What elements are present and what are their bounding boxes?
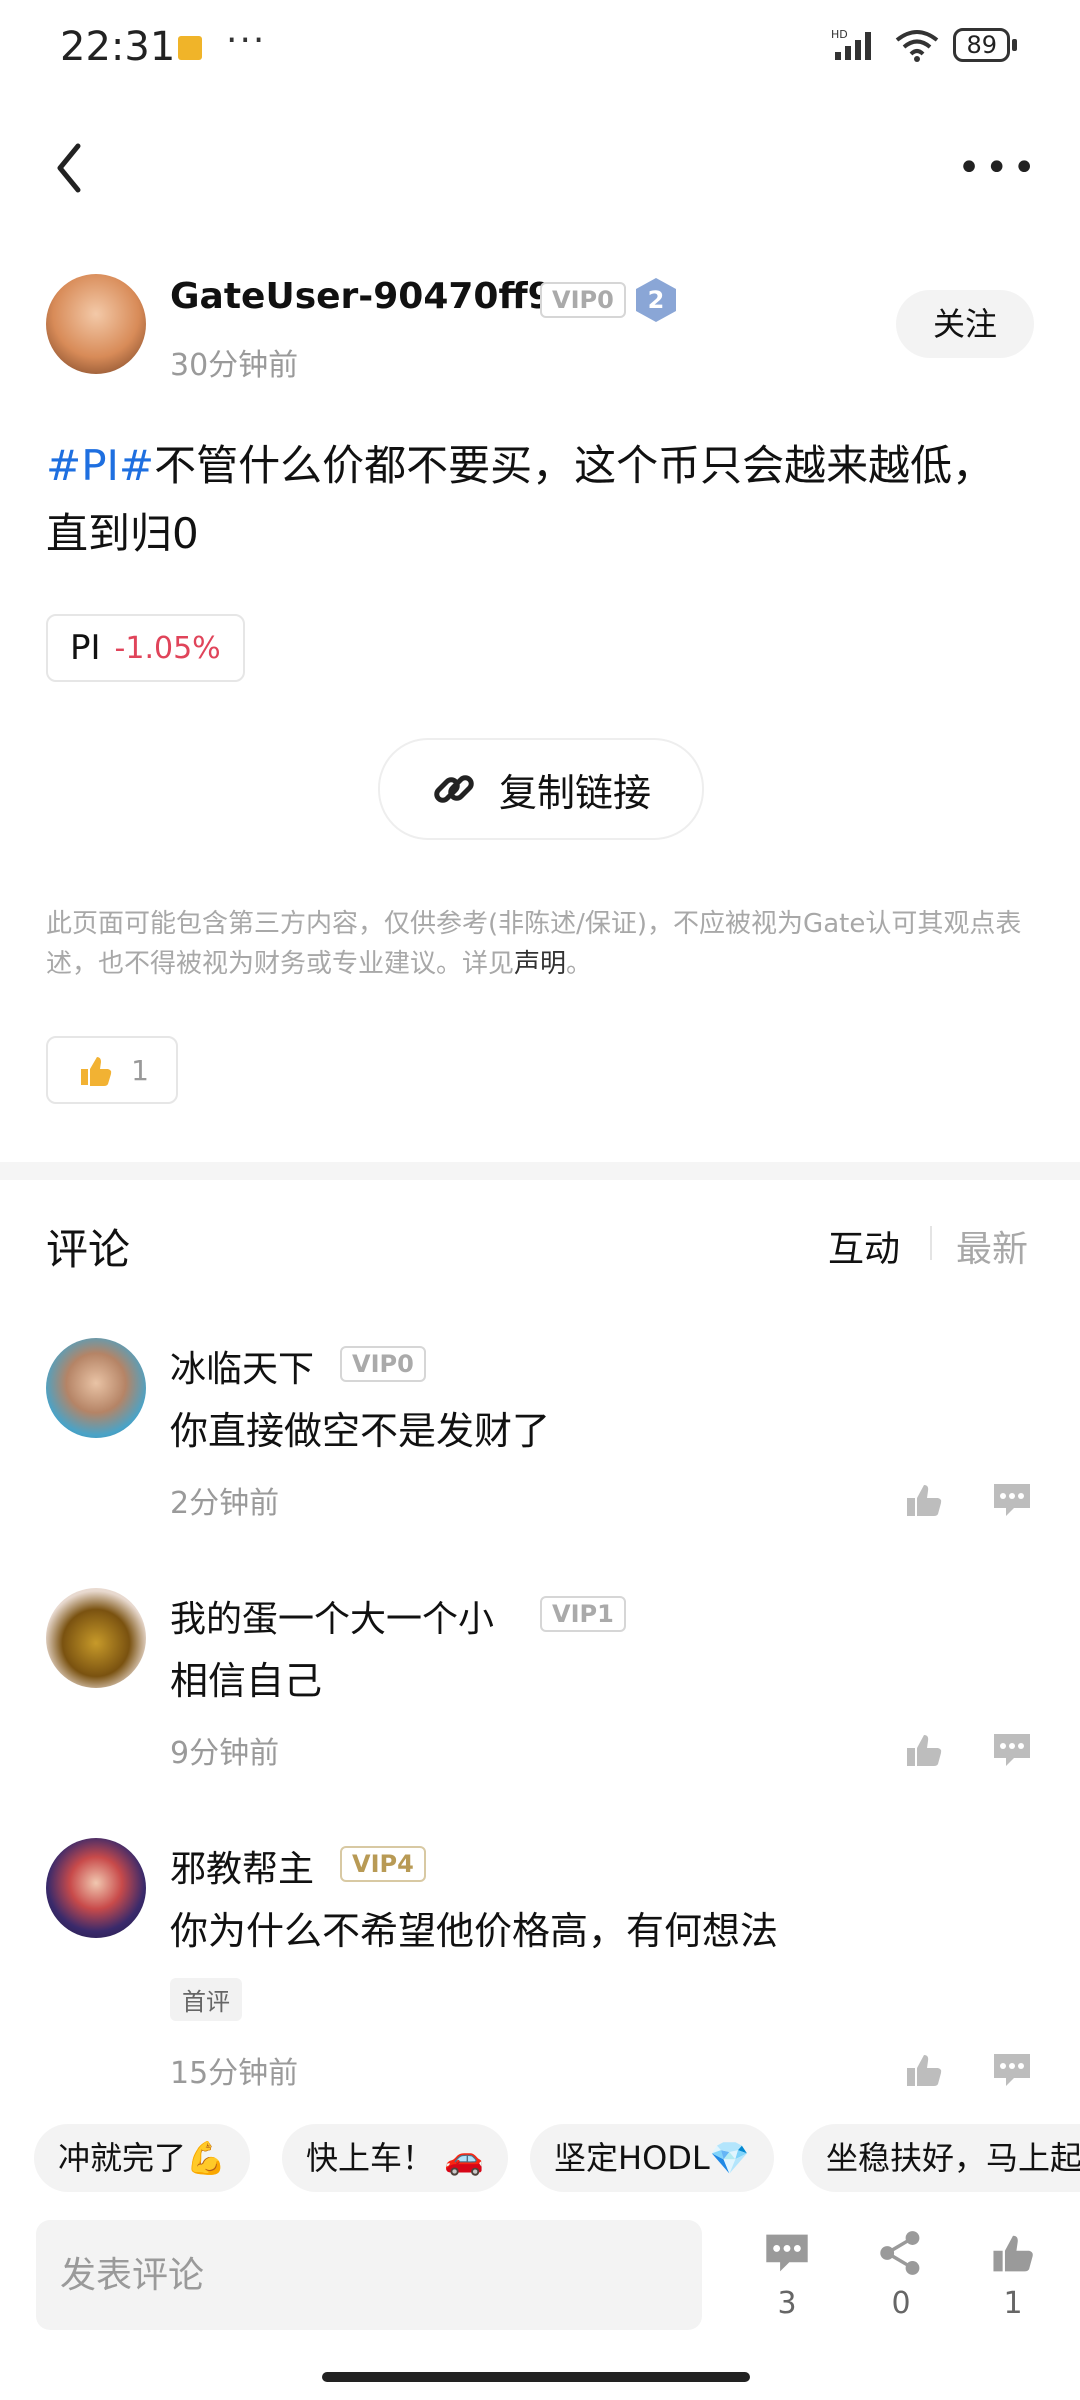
comment-text: 你直接做空不是发财了 — [170, 1409, 551, 1453]
wifi-icon — [896, 30, 939, 62]
coin-name: PI — [70, 628, 101, 668]
author-level-badge: 2 — [636, 278, 676, 322]
comment-avatar[interactable] — [46, 1588, 146, 1688]
comment-reply-icon[interactable] — [992, 1730, 1032, 1770]
share-action[interactable]: 0 — [866, 2230, 936, 2321]
comment-author[interactable]: 我的蛋一个大一个小 — [170, 1590, 494, 1642]
post-hashtag[interactable]: #PI# — [46, 441, 154, 490]
status-indicators: HD 89 — [831, 28, 1017, 62]
comment-time: 15分钟前 — [170, 2056, 299, 2091]
comment-input-box[interactable] — [36, 2220, 702, 2330]
share-count: 0 — [891, 2286, 911, 2321]
thumbs-up-icon — [993, 2235, 1033, 2272]
comment-time: 2分钟前 — [170, 1486, 280, 1521]
post-like-button[interactable]: 1 — [46, 1036, 178, 1104]
home-indicator[interactable] — [322, 2372, 750, 2382]
comment-vip-badge: VIP0 — [340, 1346, 426, 1382]
author-avatar[interactable] — [46, 274, 146, 374]
comment-avatar[interactable] — [46, 1838, 146, 1938]
quick-reply-chip[interactable]: 冲就完了💪 — [34, 2124, 250, 2192]
post-body: 不管什么价都不要买，这个币只会越来越低，直到归0 — [46, 441, 995, 558]
signal-icon: HD — [831, 28, 872, 60]
copy-link-button[interactable]: 复制链接 — [378, 738, 704, 840]
comment-like-icon[interactable] — [904, 2050, 944, 2090]
copy-link-label: 复制链接 — [498, 770, 651, 815]
coin-chip[interactable]: PI -1.05% — [46, 614, 245, 682]
link-icon — [434, 775, 474, 803]
disclaimer: 此页面可能包含第三方内容，仅供参考(非陈述/保证)，不应被视为Gate认可其观点… — [46, 904, 1042, 984]
section-divider — [0, 1162, 1080, 1180]
comment-like-icon[interactable] — [904, 1480, 944, 1520]
comment-input[interactable] — [36, 2220, 702, 2330]
post-time: 30分钟前 — [170, 348, 299, 383]
share-icon — [880, 2231, 920, 2275]
network-label: HD — [831, 28, 848, 41]
comment-text: 相信自己 — [170, 1659, 323, 1703]
comment-text: 你为什么不希望他价格高，有何想法 — [170, 1909, 779, 1953]
sort-tab-interaction[interactable]: 互动 — [828, 1220, 900, 1272]
battery-indicator: 89 — [953, 28, 1017, 62]
quick-reply-chip[interactable]: 坚定HODL💎 — [530, 2124, 774, 2192]
author-name[interactable]: GateUser-90470ff9 — [170, 276, 553, 317]
back-icon[interactable] — [50, 140, 90, 196]
comment-vip-badge: VIP1 — [540, 1596, 626, 1632]
quick-reply-chip[interactable]: 快上车！ 🚗 — [282, 2124, 509, 2192]
author-vip-badge: VIP0 — [540, 282, 626, 318]
comments-count: 3 — [777, 2286, 797, 2321]
quick-reply-chip[interactable]: 坐稳扶好，马上起 — [802, 2124, 1080, 2192]
sort-tab-latest[interactable]: 最新 — [956, 1220, 1028, 1272]
comment-reply-icon[interactable] — [992, 1480, 1032, 1520]
comment-author[interactable]: 邪教帮主 — [170, 1840, 314, 1892]
sort-separator — [930, 1226, 932, 1260]
comments-title: 评论 — [46, 1225, 131, 1274]
comment-icon — [766, 2234, 808, 2272]
status-time: 22:31 — [60, 24, 176, 70]
comments-action[interactable]: 3 — [752, 2230, 822, 2321]
like-action[interactable]: 1 — [978, 2230, 1048, 2321]
like-count: 1 — [1003, 2286, 1023, 2321]
comment-time: 9分钟前 — [170, 1736, 280, 1771]
comment-avatar[interactable] — [46, 1338, 146, 1438]
first-comment-tag: 首评 — [170, 1978, 242, 2021]
follow-button[interactable]: 关注 — [896, 290, 1034, 358]
disclaimer-end: 。 — [566, 949, 593, 979]
thumbs-up-icon — [81, 1057, 112, 1086]
status-more-dots: ··· — [226, 20, 267, 61]
comment-reply-icon[interactable] — [992, 2050, 1032, 2090]
comment-vip-badge: VIP4 — [340, 1846, 426, 1882]
app-notification-icon — [178, 36, 202, 60]
more-icon[interactable]: ••• — [957, 148, 1040, 188]
comment-like-icon[interactable] — [904, 1730, 944, 1770]
disclaimer-link[interactable]: 声明 — [514, 949, 566, 979]
coin-change: -1.05% — [114, 630, 221, 666]
post-content: #PI#不管什么价都不要买，这个币只会越来越低，直到归0 — [46, 432, 1036, 568]
post-like-count: 1 — [131, 1053, 149, 1087]
comment-author[interactable]: 冰临天下 — [170, 1340, 314, 1392]
